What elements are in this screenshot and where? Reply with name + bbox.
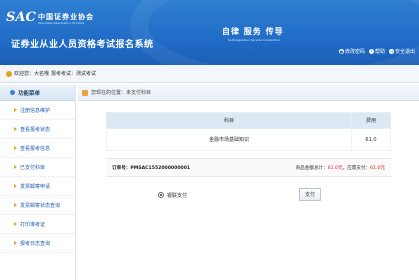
sidebar-item-label: 报考日志查询 (20, 240, 51, 247)
bullet-arrow-icon (14, 108, 17, 112)
paid-label: 应需支付： (347, 165, 371, 171)
exam-text: 报考考试：测试考试 (51, 71, 97, 77)
paid-value: 61.0元 (370, 165, 385, 171)
subject-cell: 金融市场基础知识 (106, 128, 352, 151)
sac-logo: SAC (6, 10, 36, 25)
logout-link[interactable]: → 安全退出 (388, 48, 415, 55)
user-icon (6, 70, 12, 77)
sidebar-item-exam-info[interactable]: 查看报考信息 (0, 139, 75, 158)
sidebar-item-invoice-request[interactable]: 发票邮寄申请 (0, 177, 75, 196)
menu-icon (10, 90, 15, 95)
table-row: 金融市场基础知识 61.0 (106, 128, 391, 151)
sidebar-item-print-ticket[interactable]: 打印准考证 (0, 215, 75, 234)
bullet-arrow-icon (14, 146, 17, 150)
bullet-arrow-icon (14, 241, 17, 245)
column-header-fee: 费用 (351, 112, 391, 129)
bullet-arrow-icon (14, 127, 17, 131)
subject-fee-table: 科目 费用 金融市场基础知识 61.0 (106, 112, 391, 151)
order-number: 订单号：PMSAC1552000000001 (112, 165, 191, 171)
order-totals: 商品金额总计：61.0元，应需支付：61.0元 (296, 165, 385, 171)
unionpay-radio[interactable] (158, 192, 164, 198)
total-value: 61.0元 (327, 165, 343, 171)
sidebar-header: 功能菜单 (0, 85, 75, 101)
sidebar-item-paid-subjects[interactable]: 已支付科目 (0, 158, 75, 177)
column-header-subject: 科目 (106, 112, 352, 129)
exit-icon: → (388, 49, 394, 54)
slogan-cn: 自律 服务 传导 (222, 26, 284, 36)
order-summary-bar: 订单号：PMSAC1552000000001 商品金额总计：61.0元，应需支付… (106, 158, 391, 177)
unionpay-label: 银联支付 (167, 192, 188, 199)
help-icon: ? (368, 49, 374, 54)
sidebar-item-label: 查看报考状态 (20, 126, 51, 133)
bullet-arrow-icon (14, 222, 17, 226)
bullet-arrow-icon (14, 203, 17, 207)
logout-label: 安全退出 (394, 49, 415, 55)
fee-cell: 61.0 (351, 128, 391, 151)
sidebar-item-label: 查看报考信息 (20, 145, 51, 152)
total-label: 商品金额总计： (295, 165, 328, 171)
payment-row: 银联支付 支付 (106, 186, 391, 204)
lock-icon: ● (338, 49, 344, 54)
sidebar-item-label: 已支付科目 (20, 164, 46, 171)
sidebar-item-label: 发票邮寄申请 (20, 183, 51, 190)
sidebar-item-exam-status[interactable]: 查看报考状态 (0, 120, 75, 139)
top-links: ● 修改密码 ? 帮助 → 安全退出 (338, 48, 415, 55)
user-info-bar: 欢迎您：大名哦 报考考试：测试考试 (0, 65, 419, 83)
bullet-arrow-icon (14, 165, 17, 169)
breadcrumb-text: 您现在的位置：未支付科目 (91, 90, 152, 96)
help-label: 帮助 (374, 49, 385, 55)
slogan-en: Self-regulation Service Conduction (228, 38, 280, 42)
sidebar-title: 功能菜单 (18, 90, 41, 97)
header-banner: SAC 中国证券业协会 Securities Association of Ch… (0, 0, 419, 65)
pay-button[interactable]: 支付 (299, 188, 321, 201)
org-name-en: Securities Association of China (38, 21, 85, 25)
sidebar-item-label: 发票邮寄状态查询 (20, 202, 61, 209)
help-link[interactable]: ? 帮助 (368, 48, 385, 55)
change-password-link[interactable]: ● 修改密码 (338, 48, 365, 55)
home-icon (82, 89, 88, 96)
change-password-label: 修改密码 (344, 49, 365, 55)
sidebar-item-label: 注册信息维护 (20, 107, 51, 114)
breadcrumb: 您现在的位置：未支付科目 (78, 85, 419, 101)
bullet-arrow-icon (14, 184, 17, 188)
sidebar-item-invoice-status[interactable]: 发票邮寄状态查询 (0, 196, 75, 215)
system-title: 证券业从业人员资格考试报名系统 (11, 40, 154, 50)
sidebar-item-exam-log[interactable]: 报考日志查询 (0, 234, 75, 253)
sidebar-item-register-info[interactable]: 注册信息维护 (0, 101, 75, 120)
welcome-text: 欢迎您：大名哦 (14, 71, 50, 77)
sidebar: 功能菜单 注册信息维护 查看报考状态 查看报考信息 已支付科目 发票邮寄申请 发… (0, 85, 76, 280)
sidebar-item-label: 打印准考证 (20, 221, 46, 228)
